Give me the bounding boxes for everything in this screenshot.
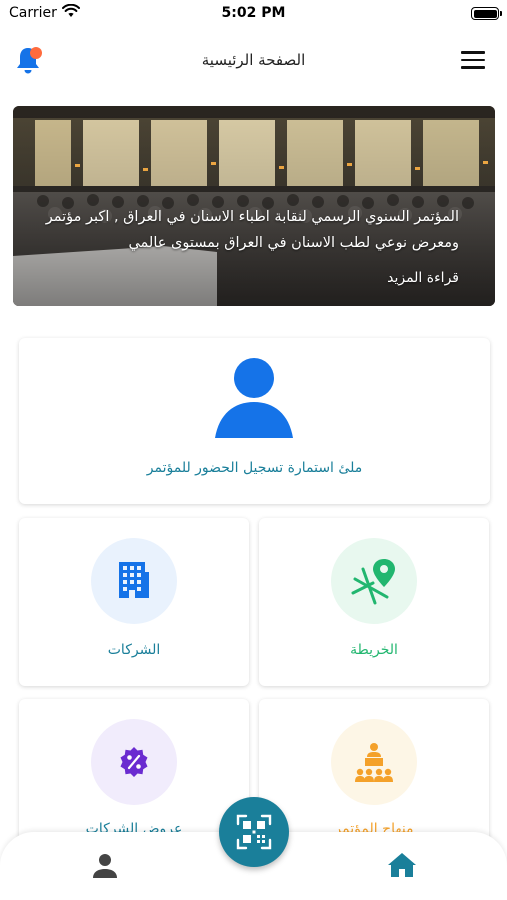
read-more-link[interactable]: قراءة المزيد <box>39 265 459 291</box>
banner-headline: المؤتمر السنوي الرسمي لنقابة اطباء الاسن… <box>45 209 459 251</box>
map-card[interactable]: الخريطة <box>259 518 489 686</box>
hamburger-menu-icon[interactable] <box>461 51 485 71</box>
news-banner[interactable]: المؤتمر السنوي الرسمي لنقابة اطباء الاسن… <box>13 106 495 306</box>
page-title: الصفحة الرئيسية <box>201 51 306 69</box>
map-pin-icon <box>351 559 395 605</box>
registration-card[interactable]: ملئ استمارة تسجيل الحضور للمؤتمر <box>19 338 490 504</box>
battery-icon <box>471 7 502 20</box>
building-icon <box>119 562 149 598</box>
person-icon[interactable] <box>92 853 118 879</box>
percent-icon <box>120 747 148 777</box>
home-icon[interactable] <box>387 852 417 878</box>
nav-bar: الصفحة الرئيسية <box>0 38 507 86</box>
qr-code-icon <box>236 814 272 850</box>
registration-label: ملئ استمارة تسجيل الحضور للمؤتمر <box>146 460 363 476</box>
companies-card[interactable]: الشركات <box>19 518 249 686</box>
qr-scan-button[interactable] <box>219 797 289 867</box>
companies-label: الشركات <box>107 642 161 658</box>
status-bar: Carrier 5:02 PM <box>0 0 507 30</box>
status-time: 5:02 PM <box>221 5 286 21</box>
map-label: الخريطة <box>350 642 398 658</box>
banner-text: المؤتمر السنوي الرسمي لنقابة اطباء الاسن… <box>39 204 459 291</box>
user-icon <box>215 358 293 438</box>
conference-icon <box>355 743 393 782</box>
